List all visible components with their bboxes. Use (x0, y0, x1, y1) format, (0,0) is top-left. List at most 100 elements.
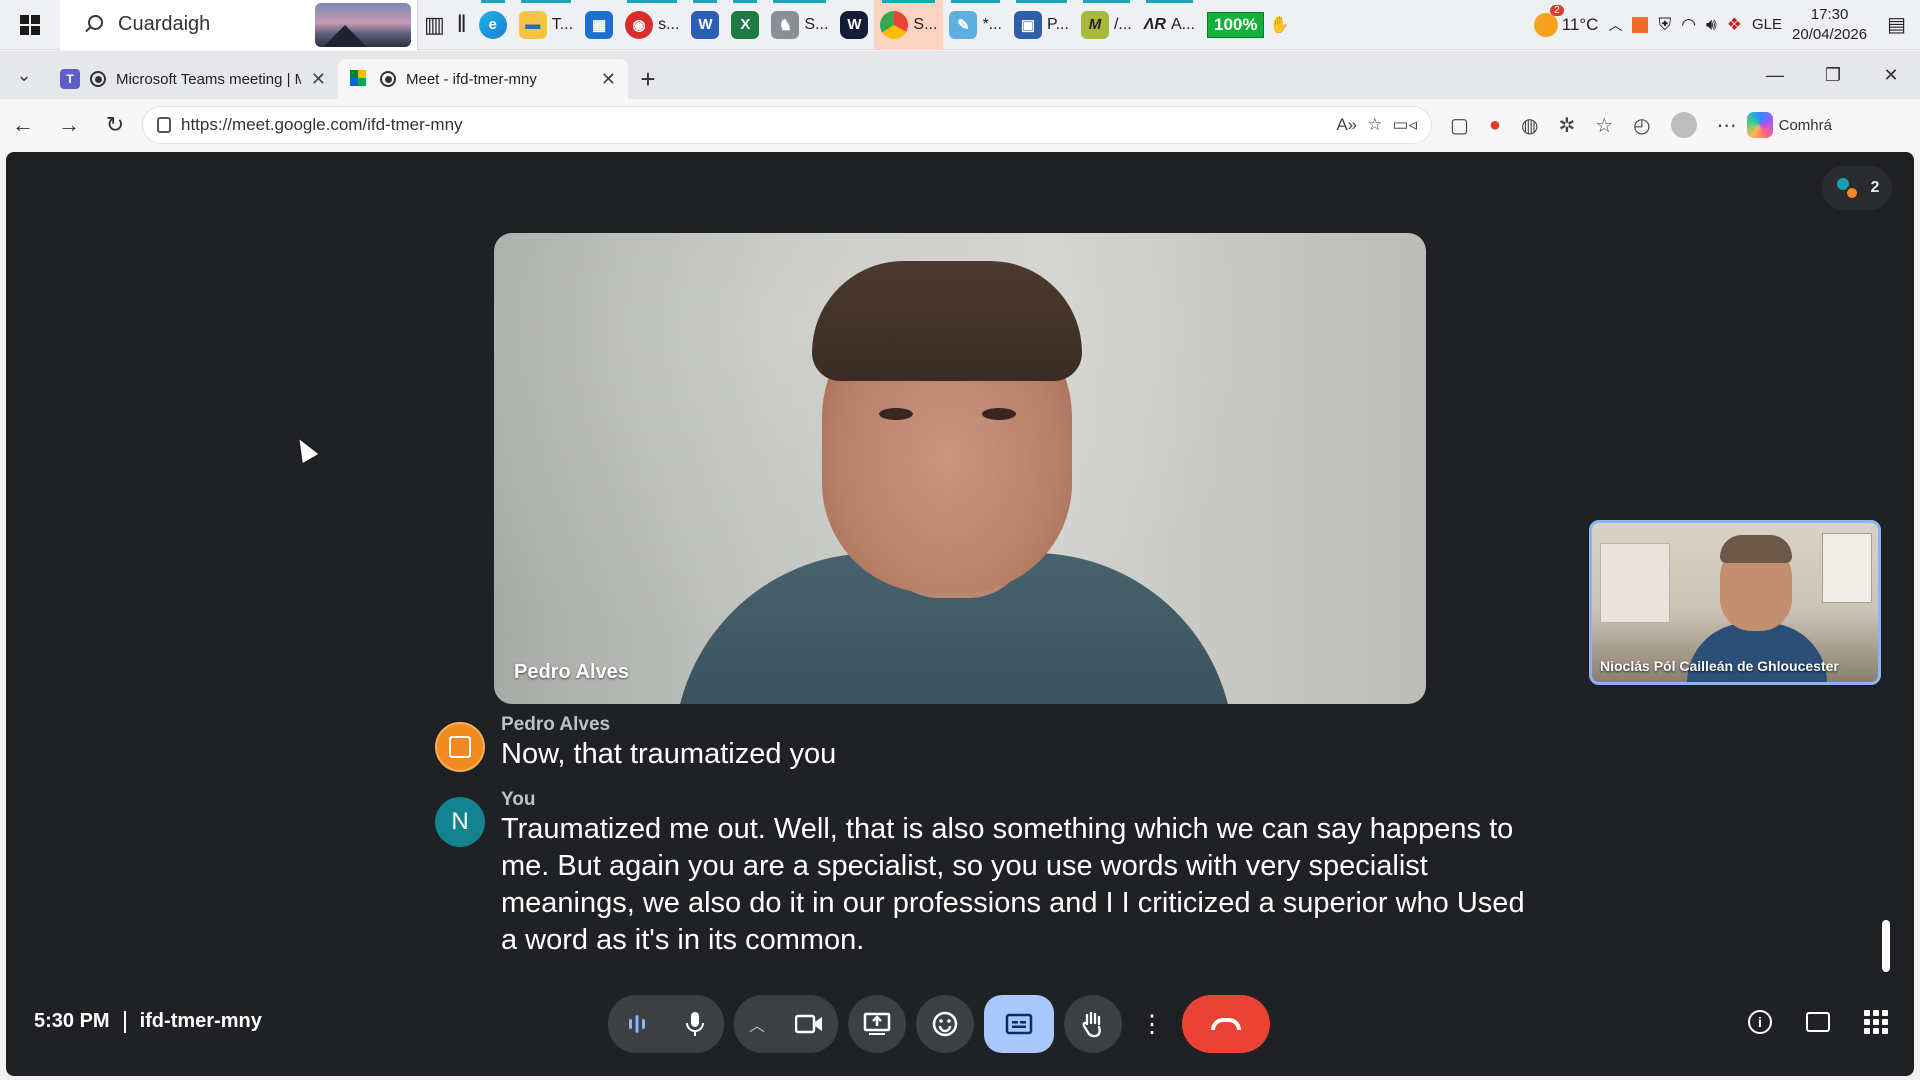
weather-widget[interactable]: 2 11°C (1533, 4, 1599, 37)
close-window-icon[interactable]: ✕ (1862, 65, 1920, 86)
task-view-button[interactable]: ▥ (418, 0, 451, 50)
taskbar-divider: ‖ (456, 10, 467, 38)
caption-text: Now, that traumatized you (501, 738, 837, 770)
minimize-icon[interactable]: — (1746, 65, 1804, 86)
main-speaker-tile[interactable]: Pedro Alves (494, 233, 1426, 704)
taskbar-m-app[interactable]: M/... (1075, 0, 1138, 50)
store-icon: ▦ (585, 10, 614, 39)
chat-icon[interactable] (1806, 1012, 1830, 1032)
hand-icon: ✋ (1269, 16, 1290, 34)
leave-call-icon[interactable] (1182, 995, 1270, 1053)
favorites-icon[interactable]: ☆ (1595, 113, 1613, 138)
chevron-up-icon[interactable]: ︿ (734, 995, 780, 1053)
forward-arrow-icon[interactable]: → (46, 102, 92, 148)
back-arrow-icon[interactable]: ← (0, 102, 46, 148)
profile-avatar-icon[interactable] (1670, 112, 1697, 138)
google-meet-icon (350, 70, 370, 88)
taskbar-app-label: A... (1170, 15, 1195, 33)
taskbar-battery-widget[interactable]: 100% ✋ (1201, 0, 1295, 50)
dropbox-icon[interactable]: ❖ (1727, 15, 1742, 35)
volume-icon[interactable]: 🔊︎ (1706, 15, 1717, 35)
emoji-reactions-icon[interactable] (916, 995, 974, 1053)
air-app-icon: ΛR (1143, 15, 1166, 33)
search-placeholder: Cuardaigh (118, 13, 211, 35)
word-icon: W (691, 10, 720, 39)
chevron-up-icon[interactable]: ︿ (1608, 15, 1622, 35)
clock-time: 17:30 (1810, 5, 1849, 23)
taskbar-w-app[interactable]: W (834, 0, 874, 50)
caption-block: N You Traumatized me out. Well, that is … (435, 789, 1535, 959)
taskbar-edge[interactable]: e (473, 0, 513, 50)
taskbar-store[interactable]: ▦ (579, 0, 619, 50)
audio-level-icon[interactable] (608, 995, 666, 1053)
camera-icon[interactable] (780, 995, 838, 1053)
site-info-lock-icon[interactable] (157, 117, 171, 133)
raise-hand-icon[interactable] (1064, 995, 1122, 1053)
more-options-icon[interactable]: ⋮ (1132, 995, 1172, 1053)
taskbar-app-label: S... (804, 15, 829, 33)
taskbar-file-explorer[interactable]: ▬ T... (513, 0, 579, 50)
weather-temp: 11°C (1561, 14, 1599, 34)
excel-icon: X (731, 10, 760, 39)
taskbar-air-app[interactable]: ΛR A... (1138, 0, 1201, 50)
more-menu-icon[interactable]: ⋯ (1717, 113, 1737, 138)
tab-title: Microsoft Teams meeting | Mi (116, 70, 301, 88)
camera-in-use-icon[interactable]: ▭◃ (1392, 115, 1417, 135)
meeting-code: ifd-tmer-mny (139, 1010, 262, 1032)
taskbar-recorder[interactable]: ◉ s... (619, 0, 685, 50)
security-tray-icon[interactable]: ⛨ (1658, 15, 1671, 35)
self-view-name: Nioclás Pól Cailleán de Ghloucester (1600, 658, 1839, 674)
meet-call-area: 2 Pedro Alves Nioclás Pól Cailleán de Gh… (6, 152, 1914, 1076)
activities-grid-icon[interactable] (1864, 1010, 1888, 1034)
weather-badge: 2 (1550, 4, 1564, 16)
office-tray-icon[interactable] (1632, 16, 1649, 33)
address-bar[interactable]: https://meet.google.com/ifd-tmer-mny A» … (142, 106, 1432, 144)
favorite-star-icon[interactable]: ☆ (1367, 115, 1382, 135)
captions-icon[interactable] (984, 995, 1054, 1053)
notification-center-icon[interactable]: ▤ (1887, 12, 1906, 37)
meeting-info-icon[interactable]: i (1748, 1010, 1772, 1034)
recording-indicator-icon (380, 71, 396, 87)
organization-logo-icon (449, 736, 471, 758)
close-tab-icon[interactable]: ✕ (601, 69, 616, 90)
close-tab-icon[interactable]: ✕ (311, 69, 326, 90)
tab-teams-meeting[interactable]: T Microsoft Teams meeting | Mi ✕ (48, 59, 338, 99)
new-tab-button[interactable]: + (628, 59, 668, 99)
remote-desktop-icon: ▣ (1014, 10, 1042, 39)
extension-red-icon[interactable]: ● (1489, 114, 1501, 137)
copilot-button[interactable]: Comhrá (1746, 112, 1832, 138)
self-view-tile[interactable]: Nioclás Pól Cailleán de Ghloucester (1589, 520, 1881, 685)
taskbar-app-label: s... (658, 15, 680, 33)
weather-icon: 2 (1533, 4, 1564, 37)
taskbar-excel[interactable]: X (725, 0, 765, 50)
taskbar-speech[interactable]: ♞ S... (765, 0, 834, 50)
restore-icon[interactable]: ❐ (1804, 65, 1862, 86)
extension-shield-icon[interactable]: ◍ (1521, 113, 1538, 138)
microphone-icon[interactable] (666, 995, 724, 1053)
taskbar-clock[interactable]: 17:30 20/04/2026 (1792, 5, 1867, 45)
present-screen-icon[interactable] (848, 995, 906, 1053)
taskbar-notepad[interactable]: ✎ *... (943, 0, 1008, 50)
read-aloud-icon[interactable]: A» (1336, 115, 1357, 135)
language-indicator[interactable]: GLE (1752, 16, 1782, 33)
taskbar-chrome[interactable]: S... (874, 0, 944, 50)
task-view-icon: ▥ (424, 11, 445, 37)
start-button[interactable] (0, 0, 60, 50)
tab-actions-chevron-icon[interactable]: ⌄ (0, 51, 48, 99)
call-controls: ︿ ⋮ (608, 995, 1270, 1053)
participants-chip[interactable]: 2 (1822, 166, 1892, 210)
taskbar-remote-desktop[interactable]: ▣ P... (1008, 0, 1075, 50)
caption-scrollbar[interactable] (1882, 920, 1890, 972)
main-speaker-name: Pedro Alves (514, 661, 629, 683)
extension-grey-icon[interactable]: ▢ (1450, 113, 1469, 138)
browser-tab-strip: ⌄ T Microsoft Teams meeting | Mi ✕ Meet … (0, 51, 1920, 99)
extensions-puzzle-icon[interactable]: ✲ (1558, 113, 1575, 138)
wifi-icon[interactable]: ◠ (1681, 15, 1696, 35)
taskbar-app-label: T... (551, 15, 574, 33)
taskbar-word[interactable]: W (685, 0, 725, 50)
taskbar-search[interactable]: Cuardaigh (60, 0, 418, 50)
tab-google-meet[interactable]: Meet - ifd-tmer-mny ✕ (338, 59, 628, 99)
taskbar-app-label: P... (1047, 15, 1069, 33)
refresh-icon[interactable]: ↻ (92, 102, 138, 148)
history-icon[interactable]: ◴ (1633, 113, 1650, 138)
